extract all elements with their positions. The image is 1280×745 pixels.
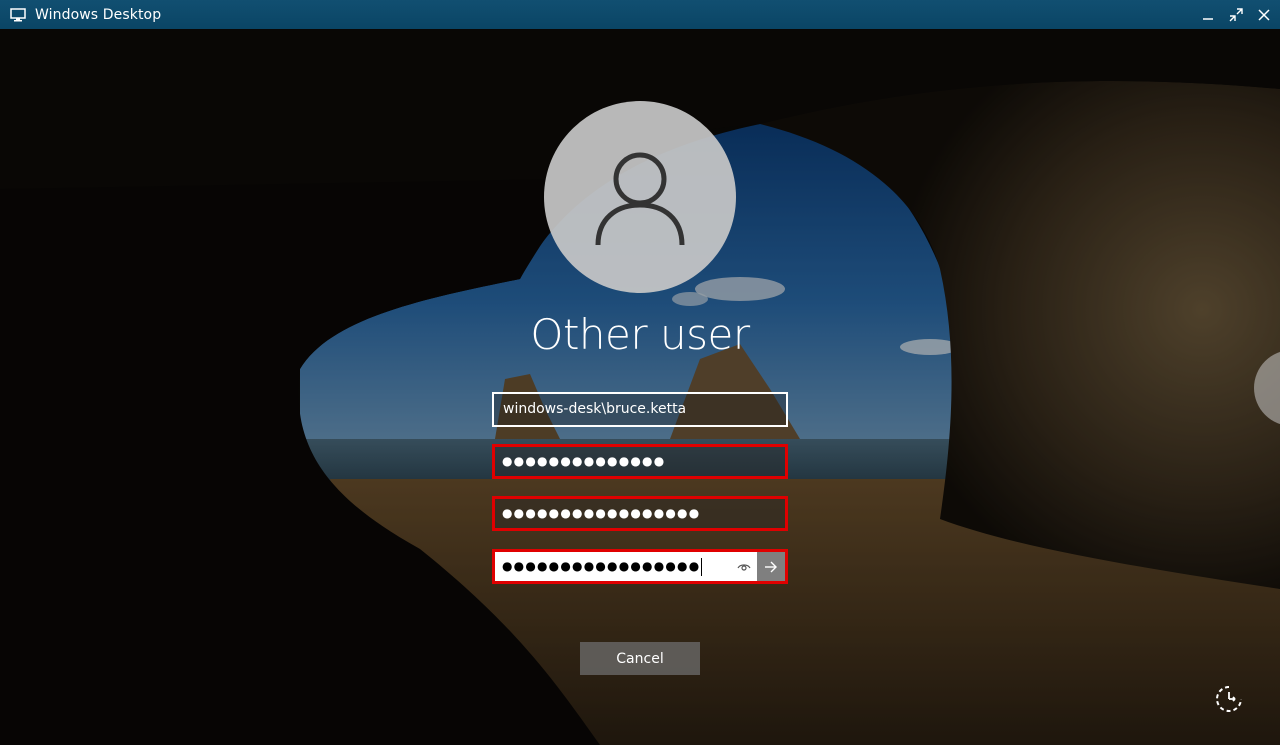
password-mask: ●●●●●●●●●●●●●●●●● (502, 506, 701, 520)
password-field-1[interactable]: ●●●●●●●●●●●●●● (492, 444, 788, 479)
cancel-button[interactable]: Cancel (580, 642, 700, 675)
password-field-3[interactable]: ●●●●●●●●●●●●●●●●● (492, 549, 788, 584)
title-bar: Windows Desktop (0, 0, 1280, 29)
close-icon[interactable] (1252, 0, 1276, 29)
password-input-area[interactable]: ●●●●●●●●●●●●●●●●● (495, 552, 731, 581)
user-avatar (544, 101, 736, 293)
eye-icon[interactable] (731, 552, 757, 581)
user-icon (595, 152, 685, 246)
window-title: Windows Desktop (35, 6, 162, 23)
user-heading: Other user (530, 310, 750, 359)
arrow-right-icon (765, 561, 777, 572)
minimize-icon[interactable] (1196, 0, 1220, 29)
text-caret (701, 557, 703, 576)
ease-of-access-icon[interactable] (1212, 682, 1246, 716)
monitor-icon (10, 7, 26, 22)
restore-icon[interactable] (1224, 0, 1248, 29)
password-mask: ●●●●●●●●●●●●●●●●● (502, 559, 701, 573)
password-field-2[interactable]: ●●●●●●●●●●●●●●●●● (492, 496, 788, 531)
password-mask: ●●●●●●●●●●●●●● (502, 454, 666, 468)
username-field[interactable]: windows-desk\bruce.ketta (492, 392, 788, 427)
submit-button[interactable] (757, 552, 785, 581)
